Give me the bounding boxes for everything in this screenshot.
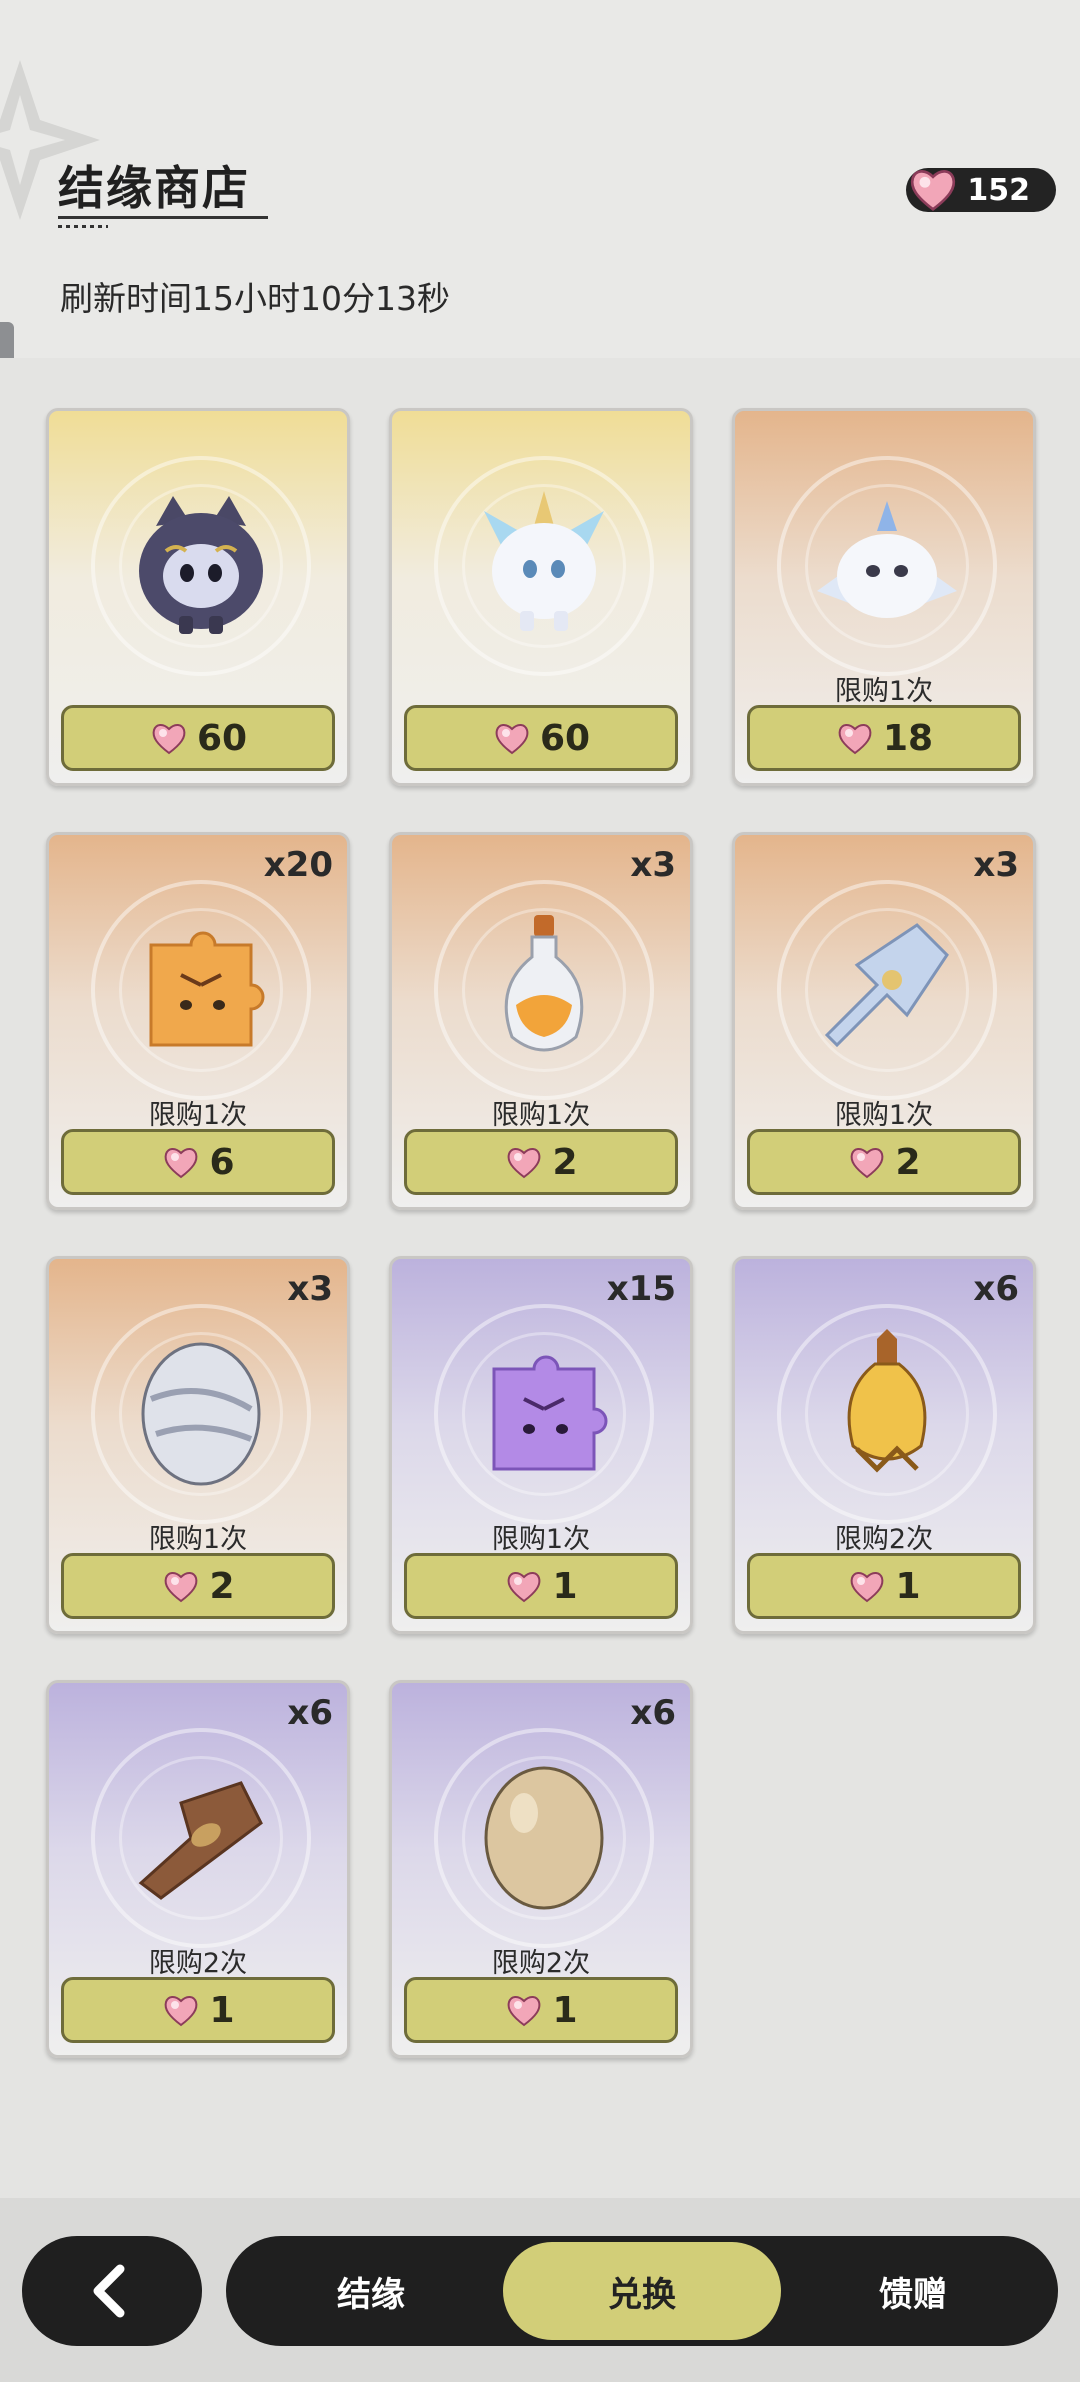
white-cloud-pet-icon bbox=[817, 501, 957, 618]
orange-cat-puzzle-icon bbox=[149, 931, 265, 1047]
price-value: 1 bbox=[552, 1989, 578, 2031]
price-value: 1 bbox=[209, 1989, 235, 2031]
heart-gem-icon bbox=[508, 1572, 541, 1603]
price-value: 60 bbox=[196, 717, 248, 759]
heart-gem-icon bbox=[508, 1148, 541, 1179]
purchase-limit: 限购1次 bbox=[491, 1524, 591, 1555]
shop-item-card[interactable]: x3 限购1次 2 bbox=[732, 832, 1036, 1210]
silver-egg-icon bbox=[141, 1342, 261, 1486]
price-button[interactable]: 2 bbox=[747, 1129, 1021, 1195]
price-button[interactable]: 60 bbox=[404, 705, 678, 771]
heart-gem-icon bbox=[495, 724, 529, 755]
black-cat-pet-icon bbox=[139, 496, 263, 634]
tab-bar: 结缘 兑换 馈赠 bbox=[226, 2236, 1058, 2346]
price-button[interactable]: 2 bbox=[61, 1553, 335, 1619]
item-quantity: x20 bbox=[263, 845, 333, 885]
shop-item-card[interactable]: x15 限购1次 1 bbox=[389, 1256, 693, 1634]
brown-bundle-icon bbox=[138, 1781, 263, 1900]
price-button[interactable]: 2 bbox=[404, 1129, 678, 1195]
tab-exchange[interactable]: 兑换 bbox=[503, 2242, 781, 2340]
purchase-limit: 限购1次 bbox=[148, 1100, 248, 1131]
purchase-limit: 限购1次 bbox=[834, 1100, 934, 1131]
bottom-nav: 结缘 兑换 馈赠 bbox=[0, 2198, 1080, 2382]
orange-potion-bottle-icon bbox=[504, 915, 584, 1052]
white-fox-pet-icon bbox=[484, 491, 604, 631]
shop-item-card[interactable]: x3 限购1次 2 bbox=[389, 832, 693, 1210]
shop-item-card[interactable]: x6 限购2次 1 bbox=[732, 1256, 1036, 1634]
price-value: 18 bbox=[882, 717, 934, 759]
purchase-limit: 限购1次 bbox=[491, 1100, 591, 1131]
page-title: 结缘商店 bbox=[58, 161, 250, 215]
heart-gem-icon bbox=[165, 1148, 198, 1179]
price-value: 1 bbox=[895, 1565, 921, 1607]
heart-gem-icon bbox=[851, 1148, 884, 1179]
shop-item-card[interactable]: 60 bbox=[46, 408, 350, 786]
price-button[interactable]: 1 bbox=[61, 1977, 335, 2043]
item-quantity: x3 bbox=[287, 1269, 333, 1309]
title-underline bbox=[58, 216, 268, 219]
heart-gem-icon bbox=[851, 1572, 884, 1603]
shop-header: 结缘商店 152 刷新时间15小时10分13秒 bbox=[0, 0, 1080, 502]
back-button[interactable] bbox=[22, 2236, 202, 2346]
shop-item-card[interactable]: x3 限购1次 2 bbox=[46, 1256, 350, 1634]
tab-gift[interactable]: 馈赠 bbox=[774, 2242, 1052, 2340]
currency-amount: 152 bbox=[967, 172, 1030, 208]
plain-egg-icon bbox=[484, 1766, 604, 1910]
heart-gem-icon bbox=[508, 1996, 541, 2027]
purple-cat-puzzle-icon bbox=[492, 1355, 608, 1471]
chevron-left-icon bbox=[93, 2264, 125, 2318]
heart-gem-icon bbox=[910, 170, 956, 211]
price-value: 2 bbox=[552, 1141, 578, 1183]
currency-badge: 152 bbox=[906, 168, 1056, 212]
price-value: 6 bbox=[209, 1141, 235, 1183]
item-quantity: x6 bbox=[973, 1269, 1019, 1309]
purchase-limit: 限购2次 bbox=[491, 1948, 591, 1979]
price-value: 2 bbox=[895, 1141, 921, 1183]
heart-gem-icon bbox=[838, 724, 872, 755]
price-button[interactable]: 6 bbox=[61, 1129, 335, 1195]
shop-item-card[interactable]: x20 限购1次 6 bbox=[46, 832, 350, 1210]
purchase-limit: 限购2次 bbox=[834, 1524, 934, 1555]
shop-item-card[interactable]: x6 限购2次 1 bbox=[389, 1680, 693, 2058]
purchase-limit: 限购2次 bbox=[148, 1948, 248, 1979]
price-value: 1 bbox=[552, 1565, 578, 1607]
item-quantity: x6 bbox=[630, 1693, 676, 1733]
heart-gem-icon bbox=[152, 724, 186, 755]
price-button[interactable]: 1 bbox=[747, 1553, 1021, 1619]
tab-bond[interactable]: 结缘 bbox=[232, 2242, 510, 2340]
shop-item-card[interactable]: x6 限购2次 1 bbox=[46, 1680, 350, 2058]
shop-grid: 60 60 限购1次 18 x20 限购1次 6 x3 限购1次 2 x3 限购… bbox=[0, 358, 1080, 2198]
price-button[interactable]: 1 bbox=[404, 1553, 678, 1619]
item-quantity: x3 bbox=[630, 845, 676, 885]
price-button[interactable]: 60 bbox=[61, 705, 335, 771]
item-quantity: x6 bbox=[287, 1693, 333, 1733]
price-value: 2 bbox=[209, 1565, 235, 1607]
price-button[interactable]: 1 bbox=[404, 1977, 678, 2043]
amber-potion-icon bbox=[847, 1329, 927, 1473]
blue-ribbon-icon bbox=[824, 923, 949, 1048]
item-quantity: x15 bbox=[606, 1269, 676, 1309]
heart-gem-icon bbox=[165, 1572, 198, 1603]
heart-gem-icon bbox=[165, 1996, 198, 2027]
purchase-limit: 限购1次 bbox=[834, 676, 934, 707]
shop-item-card[interactable]: 60 bbox=[389, 408, 693, 786]
price-button[interactable]: 18 bbox=[747, 705, 1021, 771]
shop-item-card[interactable]: 限购1次 18 bbox=[732, 408, 1036, 786]
price-value: 60 bbox=[539, 717, 591, 759]
refresh-timer: 刷新时间15小时10分13秒 bbox=[60, 279, 450, 318]
title-dots bbox=[58, 225, 108, 228]
purchase-limit: 限购1次 bbox=[148, 1524, 248, 1555]
item-quantity: x3 bbox=[973, 845, 1019, 885]
